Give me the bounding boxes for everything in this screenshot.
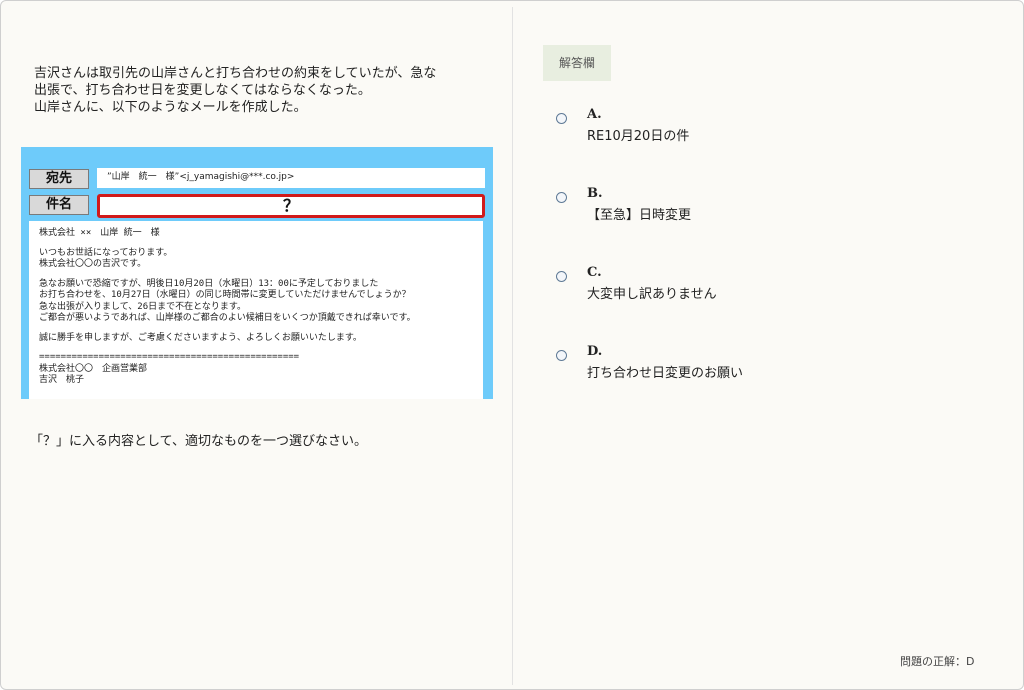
to-label: 宛先: [29, 169, 89, 189]
email-body-line: 急なお願いで恐縮ですが、明後日10月20日（水曜日）13：00に予定しておりまし…: [39, 278, 379, 289]
email-body-line: 株式会社〇〇の吉沢です。: [39, 259, 147, 269]
email-body-line: お打ち合わせを、10月27日（水曜日）の同じ時間帯に変更していただけませんでしょ…: [39, 290, 411, 300]
question-text: 吉沢さんは取引先の山岸さんと打ち合わせの約束をしていたが、急な 出張で、打ち合わ…: [34, 65, 494, 116]
question-line: 吉沢さんは取引先の山岸さんと打ち合わせの約束をしていたが、急な: [34, 66, 437, 81]
option-text: 【至急】日時変更: [587, 208, 692, 223]
email-body-line: 株式会社 ×× 山岸 統一 様: [39, 228, 160, 238]
quiz-frame: 吉沢さんは取引先の山岸さんと打ち合わせの約束をしていたが、急な 出張で、打ち合わ…: [0, 0, 1024, 690]
email-body: 株式会社 ×× 山岸 統一 様 いつもお世話になっております。 株式会社〇〇の吉…: [29, 221, 483, 399]
question-line: 山岸さんに、以下のようなメールを作成した。: [34, 100, 307, 115]
option-letter: D.: [587, 344, 603, 359]
radio-button[interactable]: [556, 271, 567, 282]
email-body-line: ご都合が悪いようであれば、山岸様のご都合のよい候補日をいくつか頂戴できれば幸いで…: [39, 313, 416, 323]
email-mockup: 宛先 ”山岸 統一 様”<j_yamagishi@***.co.jp> 件名 ？…: [21, 147, 493, 399]
email-body-line: 急な出張が入りまして、26日まで不在となります。: [39, 301, 246, 312]
radio-button[interactable]: [556, 192, 567, 203]
option-letter: A.: [587, 107, 602, 122]
email-signature-divider: ========================================…: [39, 352, 300, 362]
email-body-line: 誠に勝手を申しますが、ご考慮くださいますよう、よろしくお願いいたします。: [39, 332, 362, 343]
option-letter: B.: [587, 186, 603, 201]
subject-placeholder: ？: [97, 194, 485, 218]
option-c[interactable]: C. 大変申し訳ありません: [556, 265, 956, 305]
radio-button[interactable]: [556, 350, 567, 361]
option-text: 大変申し訳ありません: [587, 287, 717, 302]
option-text: 打ち合わせ日変更のお願い: [587, 366, 744, 381]
email-body-line: いつもお世話になっております。: [39, 247, 173, 258]
option-d[interactable]: D. 打ち合わせ日変更のお願い: [556, 344, 956, 384]
answer-panel-label: 解答欄: [543, 45, 611, 81]
option-b[interactable]: B. 【至急】日時変更: [556, 186, 956, 226]
email-body-line: 吉沢 桃子: [39, 375, 85, 385]
to-value: ”山岸 統一 様”<j_yamagishi@***.co.jp>: [97, 168, 485, 188]
subject-label: 件名: [29, 195, 89, 215]
instruction-text: 「？」に入る内容として、適切なものを一つ選びなさい。: [30, 434, 367, 449]
option-a[interactable]: A. RE10月20日の件: [556, 107, 956, 147]
option-letter: C.: [587, 265, 602, 280]
question-line: 出張で、打ち合わせ日を変更しなくてはならなくなった。: [34, 83, 371, 98]
radio-button[interactable]: [556, 113, 567, 124]
email-body-line: 株式会社〇〇 企画営業部: [39, 363, 148, 374]
correct-answer-text: 問題の正解：D: [900, 655, 975, 668]
panel-divider: [512, 7, 513, 685]
option-text: RE10月20日の件: [587, 129, 690, 144]
